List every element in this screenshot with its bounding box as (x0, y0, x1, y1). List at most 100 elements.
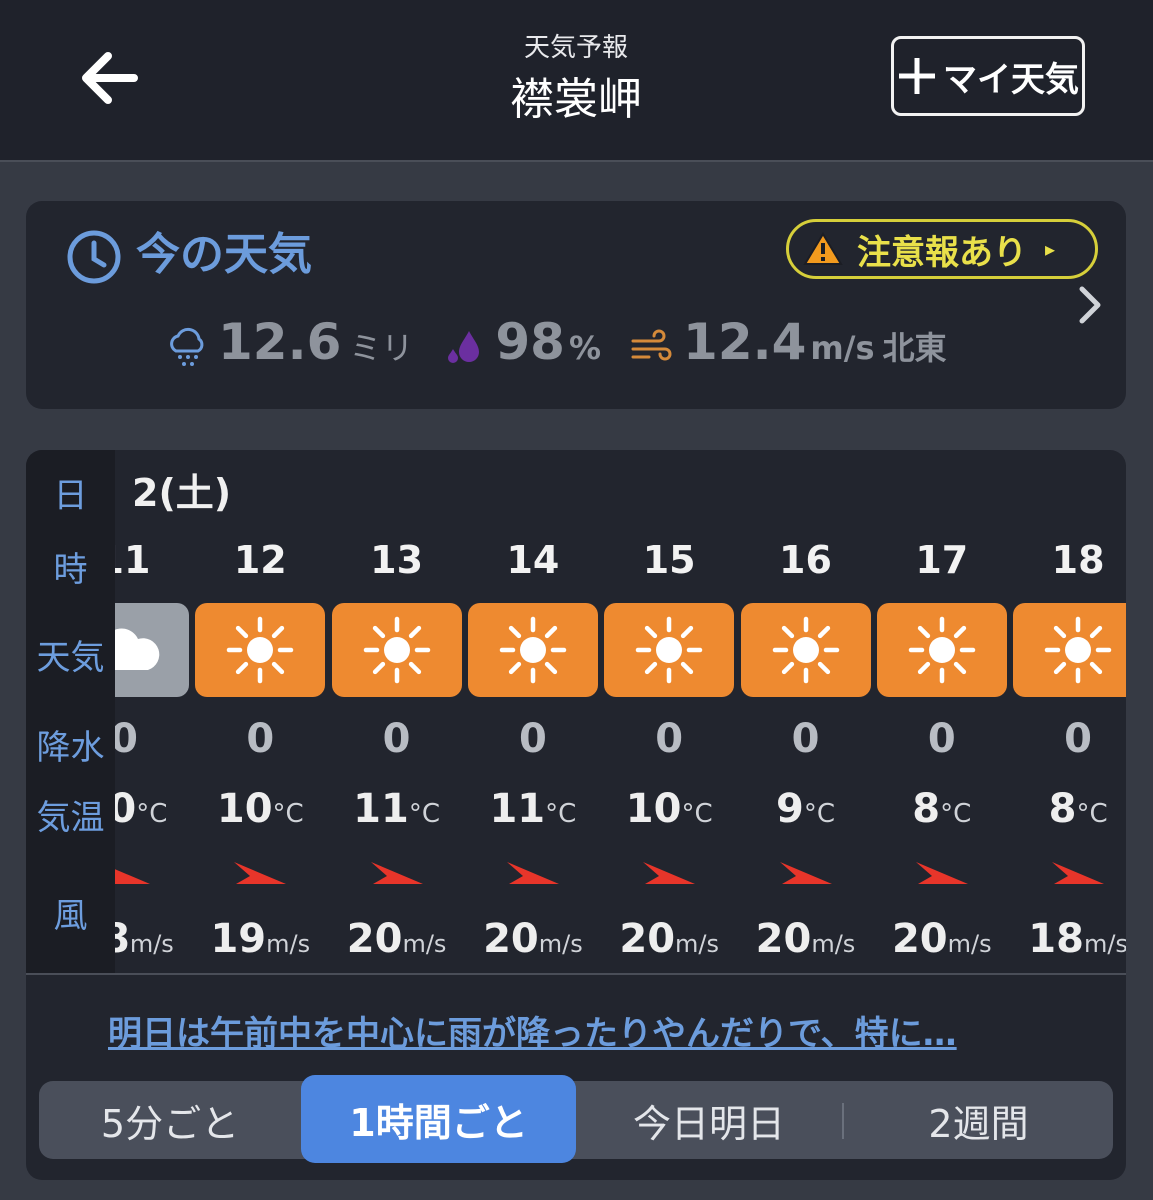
sun-icon (1044, 616, 1112, 684)
tab-hourly[interactable]: 1時間ごと (301, 1075, 576, 1163)
hour-column: 13 0 11°C 20m/s (329, 450, 465, 973)
hour-column: 14 0 11°C 20m/s (465, 450, 601, 973)
wind-speed: 19m/s (192, 916, 328, 962)
wind-speed-unit: m/s (811, 930, 856, 958)
wind-speed-unit: m/s (1083, 930, 1126, 958)
wind-speed-value: 20 (346, 916, 403, 962)
hour-label: 14 (506, 538, 560, 582)
row-labels: 日 時 天気 降水 気温 風 (26, 450, 115, 973)
hour-column: 18 0 8°C 18m/s (1010, 450, 1126, 973)
hour-label: 17 (915, 538, 969, 582)
temperature-value: 10 (216, 786, 273, 832)
wind-speed-value: 20 (483, 916, 539, 962)
tab-2weeks[interactable]: 2週間 (844, 1081, 1113, 1159)
temperature-unit: °C (803, 799, 835, 829)
sun-icon (908, 616, 976, 684)
temperature-unit: °C (272, 799, 304, 829)
wind-speed-unit: m/s (129, 930, 174, 958)
precip-amount: 0 (791, 716, 820, 762)
current-weather-title: 今の天気 (136, 229, 312, 280)
alert-label: 注意報あり (857, 232, 1027, 273)
wind-direction-arrow-icon (1052, 862, 1105, 884)
precip-amount: 0 (246, 716, 275, 762)
hour-column: 17 0 8°C 20m/s (874, 450, 1010, 973)
interval-tabs: 5分ごと 1時間ごと 今日明日 2週間 (39, 1075, 1113, 1163)
rain-icon (170, 327, 204, 366)
weather-tile (467, 603, 598, 697)
wind-speed: 20m/s (465, 916, 601, 962)
weather-tile (604, 603, 735, 697)
row-label-weather: 天気 (36, 638, 105, 678)
hour-column: 15 0 10°C 20m/s (601, 450, 737, 973)
hour-label: 12 (233, 538, 287, 582)
add-my-weather-button[interactable]: マイ天気 (891, 36, 1085, 116)
temperature-unit: °C (940, 799, 972, 829)
precip-amount: 0 (1064, 716, 1093, 762)
my-weather-label: マイ天気 (943, 59, 1079, 100)
precip-amount: 0 (655, 716, 684, 762)
wind-speed-unit: m/s (538, 930, 583, 958)
forecast-summary-link[interactable]: 明日は午前中を中心に雨が降ったりやんだりで、特に… (108, 1006, 957, 1055)
wind-speed-value: 20 (619, 916, 676, 962)
wind-speed-value: 20 (891, 916, 948, 962)
hourly-forecast-card: 11010°C18m/s12010°C19m/s13011°C20m/s1401… (26, 450, 1126, 1180)
wind-speed-unit: m/s (402, 930, 447, 958)
forecast-date: 2(土) (132, 471, 232, 515)
chevron-right-icon[interactable] (1076, 285, 1106, 325)
temperature: 10°C (192, 786, 328, 832)
wind-icon (631, 329, 672, 361)
sun-icon (227, 616, 294, 684)
current-weather-card[interactable]: 今の天気 注意報あり ▸ 12.6 ミリ 98 % 12.4 m/s 北東 (26, 201, 1126, 409)
tab-today-tomorrow[interactable]: 今日明日 (576, 1081, 842, 1159)
temperature-value: 11 (353, 786, 409, 832)
location-name: 襟裳岬 (510, 74, 642, 125)
header-subtitle: 天気予報 (523, 33, 628, 63)
sun-icon (772, 616, 839, 684)
temperature-unit: °C (408, 799, 440, 829)
temperature: 8°C (874, 786, 1010, 832)
row-label-day: 日 (53, 476, 88, 516)
temperature-value: 10 (625, 786, 682, 832)
hourly-columns[interactable]: 11010°C18m/s12010°C19m/s13011°C20m/s1401… (26, 450, 1126, 973)
wind-speed: 20m/s (874, 916, 1010, 962)
hour-column: 16 0 9°C 20m/s (738, 450, 874, 973)
temperature: 11°C (329, 786, 465, 832)
clock-icon (67, 230, 121, 284)
temperature-unit: °C (1076, 799, 1108, 829)
wind-speed: 20m/s (601, 916, 737, 962)
temperature: 9°C (738, 786, 874, 832)
row-label-temp: 気温 (36, 798, 105, 838)
precip-amount: 0 (518, 716, 547, 762)
wind-speed-value: 18 (1028, 916, 1084, 962)
temperature-unit: °C (681, 799, 713, 829)
wind-direction-arrow-icon (234, 862, 287, 884)
wind-speed: 20m/s (738, 916, 874, 962)
wind-speed-value: 20 (755, 916, 812, 962)
temperature-value: 8 (1048, 786, 1077, 832)
precip-unit: ミリ (349, 329, 414, 367)
humidity-unit: % (568, 329, 602, 367)
plus-icon (899, 58, 935, 94)
wind-value: 12.4 (683, 313, 807, 371)
temperature: 8°C (1010, 786, 1126, 832)
temperature-unit: °C (545, 799, 577, 829)
precip-value: 12.6 (218, 313, 342, 371)
divider (26, 973, 1126, 975)
humidity-value: 98 (495, 313, 565, 371)
humidity-icon (448, 331, 480, 363)
wind-direction-arrow-icon (779, 862, 832, 884)
warning-icon (803, 232, 843, 265)
wind-direction-arrow-icon (915, 862, 968, 884)
alert-badge[interactable]: 注意報あり ▸ (786, 219, 1098, 279)
back-arrow-icon[interactable] (78, 48, 142, 108)
row-label-wind: 風 (53, 896, 88, 936)
hour-label: 15 (642, 538, 696, 582)
sun-icon (499, 616, 567, 684)
temperature-value: 9 (776, 786, 804, 832)
precip-amount: 0 (382, 716, 411, 762)
temperature-value: 11 (489, 786, 546, 832)
weather-tile (740, 603, 871, 697)
tab-5min[interactable]: 5分ごと (39, 1081, 301, 1159)
hour-label: 18 (1051, 538, 1105, 582)
weather-tile (195, 603, 326, 697)
